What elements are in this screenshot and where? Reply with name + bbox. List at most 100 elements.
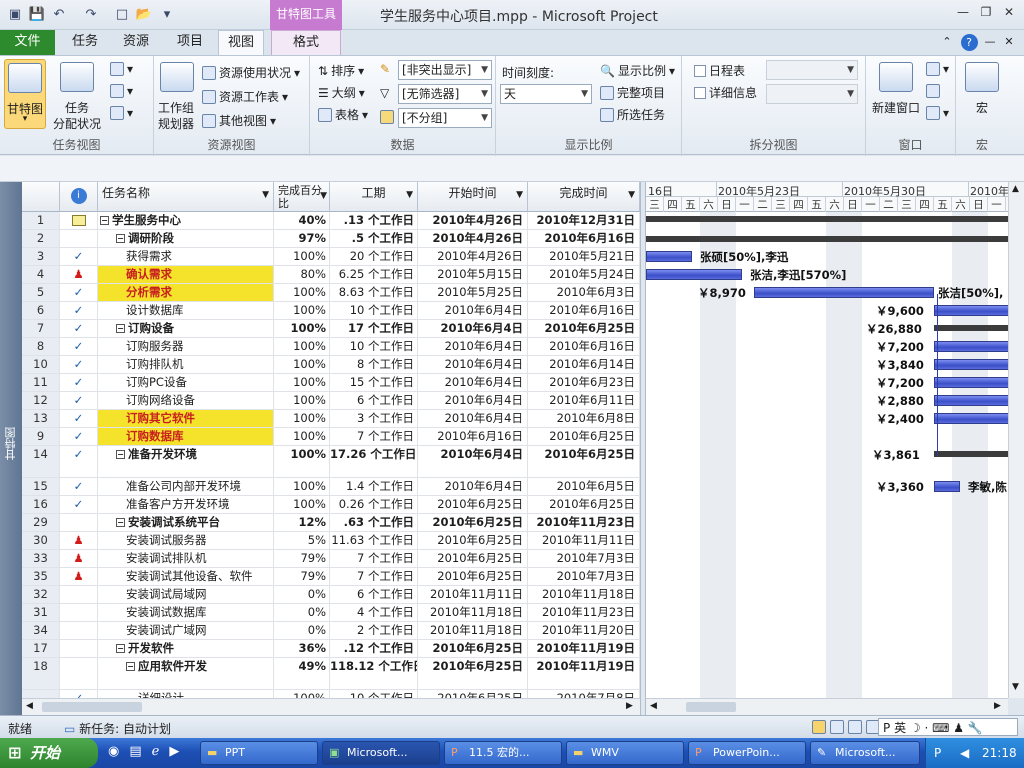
row-percent-complete[interactable]: 100% [274,446,330,477]
scroll-left-icon[interactable]: ◀ [650,701,657,711]
gantt-chart-button[interactable]: 甘特图 ▾ [4,59,46,129]
row-id[interactable]: 15 [22,478,60,495]
redo-icon[interactable]: ↷ [82,5,100,23]
taskbar-item-project[interactable]: ▣ Microsoft... [322,741,440,765]
row-percent-complete[interactable]: 100% [274,392,330,409]
entire-project-button[interactable]: 完整项目 [600,84,665,101]
row-start[interactable]: 2010年6月25日 [418,658,528,689]
row-percent-complete[interactable]: 100% [274,302,330,319]
row-start[interactable]: 2010年4月26日 [418,248,528,265]
row-id[interactable]: 29 [22,514,60,531]
table-row[interactable]: 29− 安装调试系统平台 12% .63 个工作日 2010年6月25日 2010年11月… [22,514,640,532]
row-duration[interactable]: 6 个工作日 [330,586,418,603]
row-finish[interactable]: 2010年7月8日 [528,690,640,698]
row-task-name[interactable]: 准备客户方开发环境 [98,496,274,513]
row-id[interactable]: 3 [22,248,60,265]
row-indicator[interactable] [60,640,98,657]
row-percent-complete[interactable]: 0% [274,622,330,639]
row-duration[interactable]: .63 个工作日 [330,514,418,531]
taskbar-item-microsoft[interactable]: ✎ Microsoft... [810,741,920,765]
table-row[interactable]: 12 ✓ 订购网络设备 100% 6 个工作日 2010年6月4日 2010年6月11日 [22,392,640,410]
row-id[interactable] [22,690,60,698]
row-percent-complete[interactable]: 49% [274,658,330,689]
taskbar-item-powerpoint[interactable]: P PowerPoin... [688,741,806,765]
row-percent-complete[interactable]: 100% [274,410,330,427]
row-id[interactable]: 1 [22,212,60,229]
taskbar-item-wmv[interactable]: ▬ WMV [566,741,684,765]
row-duration[interactable]: 7 个工作日 [330,550,418,567]
table-row[interactable]: 33 ♟ 安装调试排队机 79% 7 个工作日 2010年6月25日 2010年7月3日 [22,550,640,568]
row-percent-complete[interactable]: 36% [274,640,330,657]
row-percent-complete[interactable]: 100% [274,478,330,495]
row-task-name[interactable]: 订购排队机 [98,356,274,373]
row-id[interactable]: 14 [22,446,60,477]
resource-usage-button[interactable]: 资源使用状况 ▾ [202,64,300,81]
row-id[interactable]: 2 [22,230,60,247]
row-start[interactable]: 2010年6月4日 [418,338,528,355]
table-row[interactable]: 17− 开发软件 36% .12 个工作日 2010年6月25日 2010年11月19日 [22,640,640,658]
gantt-summary-bar[interactable] [646,236,1008,242]
switch-windows-button[interactable]: ▾ [926,62,949,76]
tab-task[interactable]: 任务 [70,30,100,55]
chevron-down-icon[interactable]: ▼ [262,190,269,200]
row-indicator[interactable] [60,622,98,639]
row-finish[interactable]: 2010年11月23日 [528,514,640,531]
row-start[interactable]: 2010年6月25日 [418,496,528,513]
row-id[interactable]: 9 [22,428,60,445]
row-duration[interactable]: 0.26 个工作日 [330,496,418,513]
row-percent-complete[interactable]: 79% [274,550,330,567]
network-diagram-button[interactable]: ▾ [110,62,133,76]
row-start[interactable]: 2010年6月4日 [418,446,528,477]
collapse-icon[interactable]: − [116,450,125,459]
taskbar-item-ppt[interactable]: ▬ PPT [200,741,318,765]
row-indicator[interactable]: ✓ [60,338,98,355]
table-row[interactable]: 1− 学生服务中心 40% .13 个工作日 2010年4月26日 2010年12月31日 [22,212,640,230]
row-start[interactable]: 2010年6月25日 [418,532,528,549]
tab-format[interactable]: 格式 [271,30,341,55]
gantt-task-bar[interactable] [646,269,742,280]
gantt-task-bar[interactable] [934,395,1008,406]
row-start[interactable]: 2010年11月18日 [418,604,528,621]
row-indicator[interactable]: ✓ [60,356,98,373]
row-id[interactable]: 7 [22,320,60,337]
doc-close-button[interactable]: ✕ [1000,30,1018,55]
open-folder-icon[interactable]: 📂 [135,5,153,23]
column-header-name[interactable]: 任务名称 ▼ [98,182,274,212]
row-percent-complete[interactable]: 100% [274,374,330,391]
table-row[interactable]: 5 ✓ 分析需求 100% 8.63 个工作日 2010年5月25日 2010年6月3日 [22,284,640,302]
scroll-thumb[interactable] [686,702,736,712]
gantt-task-bar[interactable] [934,359,1008,370]
column-header-finish[interactable]: 完成时间 ▼ [528,182,640,212]
scroll-thumb[interactable] [42,702,142,712]
row-duration[interactable]: 10 个工作日 [330,302,418,319]
hide-window-button[interactable]: ▾ [926,106,949,120]
row-indicator[interactable]: ✓ [60,690,98,698]
row-finish[interactable]: 2010年6月25日 [528,320,640,337]
chevron-down-icon[interactable]: ▼ [320,190,327,203]
row-id[interactable]: 31 [22,604,60,621]
timeline-checkbox[interactable]: 日程表 [694,62,745,79]
row-id[interactable]: 12 [22,392,60,409]
row-start[interactable]: 2010年6月25日 [418,568,528,585]
row-start[interactable]: 2010年5月25日 [418,284,528,301]
row-start[interactable]: 2010年6月25日 [418,690,528,698]
row-finish[interactable]: 2010年6月16日 [528,338,640,355]
table-row[interactable]: 34 安装调试广域网 0% 2 个工作日 2010年11月18日 2010年11月20日 [22,622,640,640]
table-row[interactable]: 32 安装调试局域网 0% 6 个工作日 2010年11月11日 2010年11月18日 [22,586,640,604]
row-finish[interactable]: 2010年6月3日 [528,284,640,301]
row-duration[interactable]: 11.63 个工作日 [330,532,418,549]
collapse-icon[interactable]: − [116,234,125,243]
row-start[interactable]: 2010年6月25日 [418,640,528,657]
table-horizontal-scrollbar[interactable]: ◀ ▶ [22,698,640,715]
row-percent-complete[interactable]: 100% [274,690,330,698]
row-indicator[interactable]: ✓ [60,410,98,427]
row-task-name[interactable]: 订购服务器 [98,338,274,355]
row-percent-complete[interactable]: 79% [274,568,330,585]
row-finish[interactable]: 2010年11月23日 [528,604,640,621]
row-task-name[interactable]: − 开发软件 [98,640,274,657]
row-start[interactable]: 2010年6月4日 [418,302,528,319]
row-task-name[interactable]: 订购数据库 [98,428,274,445]
gantt-task-bar[interactable] [934,341,1008,352]
row-finish[interactable]: 2010年11月19日 [528,640,640,657]
row-start[interactable]: 2010年6月4日 [418,374,528,391]
